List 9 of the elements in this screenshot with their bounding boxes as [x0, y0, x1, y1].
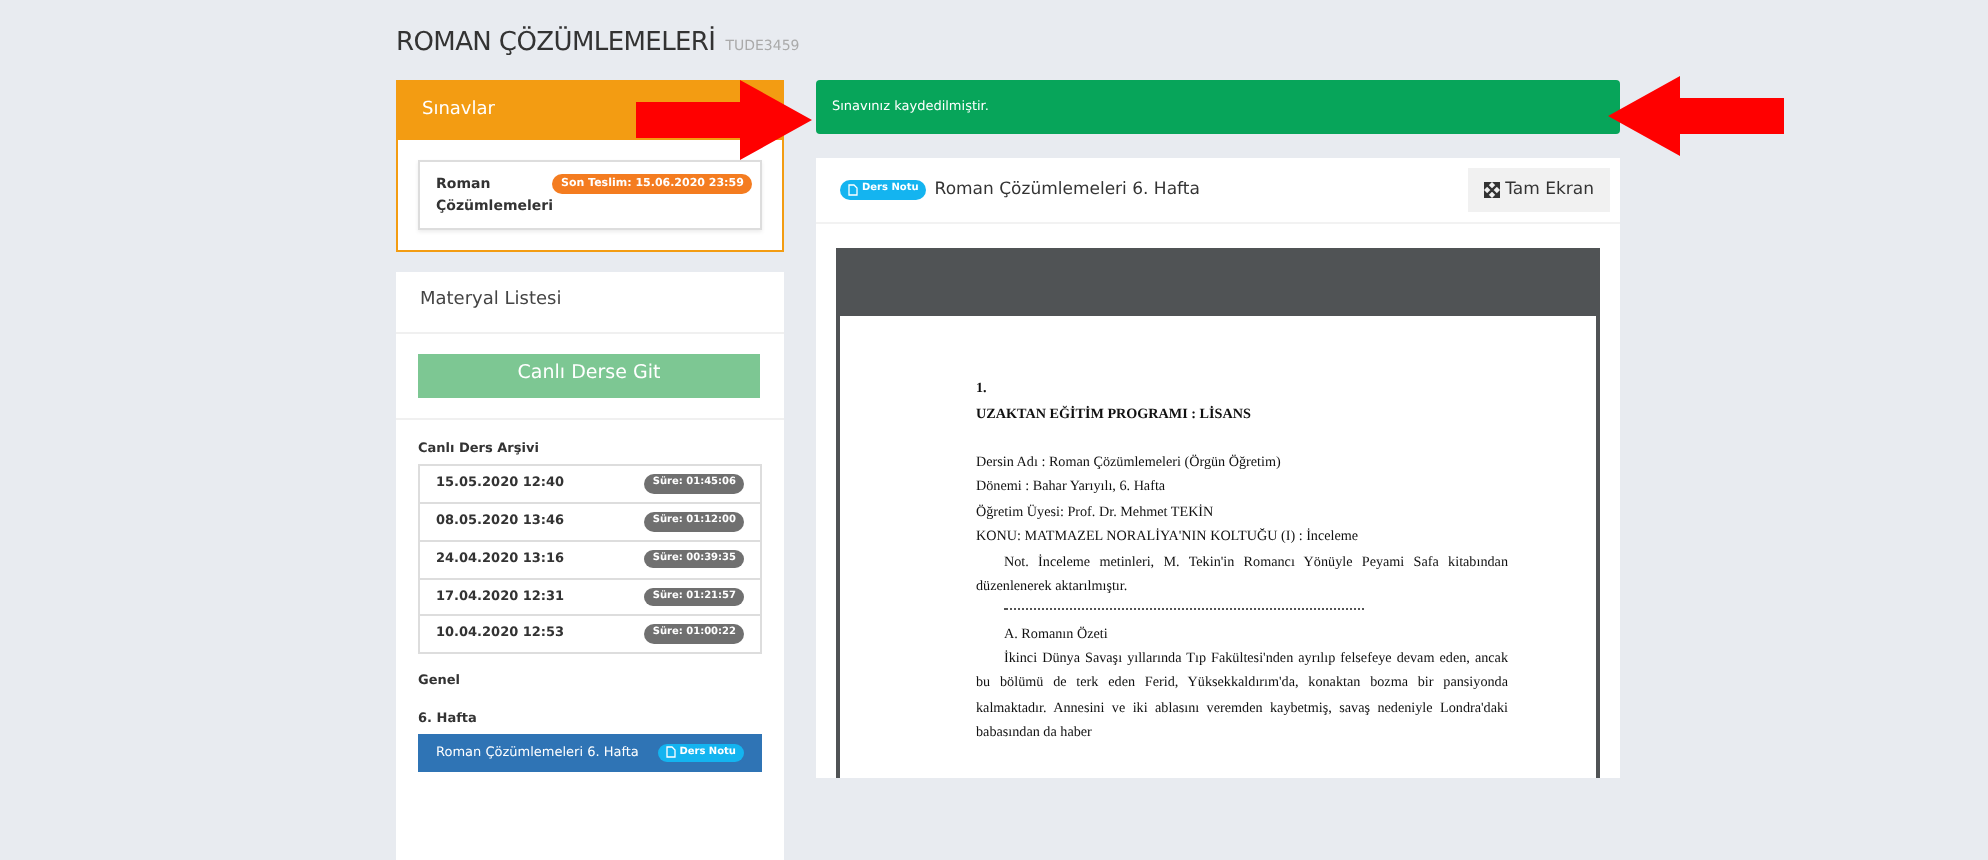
- expand-icon: [1483, 181, 1500, 198]
- document-icon: [665, 746, 676, 759]
- viewer-title: Roman Çözümlemeleri 6. Hafta: [934, 177, 1200, 203]
- document-icon: [848, 183, 858, 196]
- arrow-icon: [636, 80, 812, 160]
- arrow-icon: [1608, 76, 1784, 156]
- fullscreen-button[interactable]: Tam Ekran: [1467, 167, 1610, 213]
- course-title: ROMAN ÇÖZÜMLEMELERİ: [396, 24, 716, 62]
- materials-header: Materyal Listesi: [396, 272, 784, 333]
